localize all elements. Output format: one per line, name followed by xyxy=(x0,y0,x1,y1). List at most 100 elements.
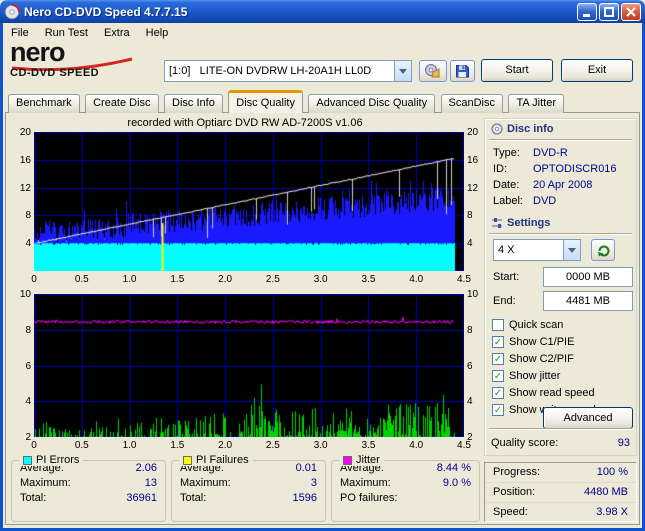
checkbox-icon[interactable]: ✓ xyxy=(492,336,504,348)
tab-ta-jitter[interactable]: TA Jitter xyxy=(508,94,564,113)
checkbox-show-c2-pif[interactable]: ✓ Show C2/PIF xyxy=(492,353,574,365)
maximize-button[interactable] xyxy=(599,2,619,21)
checkbox-show-c1-pie[interactable]: ✓ Show C1/PIE xyxy=(492,336,574,348)
drive-select-value: [1:0] LITE-ON DVDRW LH-20A1H LL0D xyxy=(169,65,372,77)
pi-failures-group: PI Failures Average: 0.01 Maximum: 3 Total… xyxy=(171,454,326,522)
end-position-label: End: xyxy=(493,295,516,307)
eject-disc-button[interactable] xyxy=(419,60,447,82)
chevron-down-icon xyxy=(399,68,407,74)
tab-disc-info[interactable]: Disc Info xyxy=(164,94,223,113)
stat-row: Maximum: 9.0 % xyxy=(332,476,479,491)
window-frame: File Run Test Extra Help nero CD-DVD SPE… xyxy=(0,23,645,531)
checkbox-icon[interactable]: ✓ xyxy=(492,387,504,399)
stat-value: 3 xyxy=(310,477,317,489)
window-title: Nero CD-DVD Speed 4.7.7.15 xyxy=(24,4,188,19)
stat-row: Maximum: 13 xyxy=(12,476,165,491)
advanced-button[interactable]: Advanced xyxy=(543,407,633,429)
checkbox-icon[interactable]: ✓ xyxy=(492,404,504,416)
nero-logo: nero CD-DVD SPEED xyxy=(10,39,160,79)
start-button[interactable]: Start xyxy=(481,59,553,82)
y-axis-tick-left: 12 xyxy=(19,182,31,194)
x-axis-tick: 4.0 xyxy=(409,274,424,285)
x-axis-tick: 1.5 xyxy=(170,274,185,285)
settings-title: Settings xyxy=(507,217,551,229)
divider xyxy=(489,139,632,141)
refresh-icon xyxy=(597,245,609,256)
x-axis-tick: 4.5 xyxy=(457,440,471,451)
start-position-label: Start: xyxy=(493,271,520,283)
x-axis-tick: 3.5 xyxy=(361,440,376,451)
title-bar[interactable]: Nero CD-DVD Speed 4.7.7.15 xyxy=(0,0,645,23)
tab-create-disc[interactable]: Create Disc xyxy=(85,94,159,113)
exit-button[interactable]: Exit xyxy=(561,59,633,82)
y-axis-tick-left: 16 xyxy=(19,154,31,166)
x-axis-tick: 4.0 xyxy=(409,440,424,451)
x-axis-tick: 2.5 xyxy=(265,274,280,285)
disc-quality-page: recorded with Optiarc DVD RW AD-7200S v1… xyxy=(5,112,640,525)
stat-value: 9.0 % xyxy=(442,477,471,489)
x-axis-tick: 0.5 xyxy=(74,440,89,451)
pi-errors-chart: 20 20 16 16 12 12 8 8 4 4 0 0.5 1.0 1.5 2.0 2.5 3.0 3.5 4.… xyxy=(6,127,484,292)
app-window: Nero CD-DVD Speed 4.7.7.15 File Run Test… xyxy=(0,0,645,531)
tab-scandisc[interactable]: ScanDisc xyxy=(440,94,503,113)
drive-select-arrow-button[interactable] xyxy=(394,61,411,81)
close-button[interactable] xyxy=(621,2,641,21)
end-position-field[interactable]: 4481 MB xyxy=(543,291,633,311)
speed-row: Speed: 3.98 X xyxy=(493,506,628,518)
checkbox-icon[interactable]: ✓ xyxy=(492,370,504,382)
stat-label: PO failures: xyxy=(340,492,398,504)
menu-help[interactable]: Help xyxy=(138,25,177,41)
quality-score-row: Quality score: 93 xyxy=(491,433,630,453)
x-axis-tick: 4.5 xyxy=(457,274,471,285)
group-title: PI Errors xyxy=(36,454,80,466)
divider xyxy=(489,428,632,430)
x-axis-tick: 0 xyxy=(31,274,37,285)
group-title: Jitter xyxy=(356,454,380,466)
menu-extra[interactable]: Extra xyxy=(96,25,138,41)
drive-select[interactable]: [1:0] LITE-ON DVDRW LH-20A1H LL0D xyxy=(164,60,412,82)
pi-failures-swatch xyxy=(183,455,192,465)
speed-select[interactable]: 4 X xyxy=(493,239,581,261)
checkbox-icon[interactable]: ✓ xyxy=(492,353,504,365)
x-axis-tick: 1.5 xyxy=(170,440,185,451)
pi-errors-chart-canvas xyxy=(34,132,464,271)
quality-score-label: Quality score: xyxy=(491,437,559,449)
x-axis-tick: 2.0 xyxy=(218,440,233,451)
position-row: Position: 4480 MB xyxy=(485,483,636,503)
checkbox-show-jitter[interactable]: ✓ Show jitter xyxy=(492,370,560,382)
speed-select-arrow-button[interactable] xyxy=(563,240,580,260)
tab-advanced-disc-quality[interactable]: Advanced Disc Quality xyxy=(308,94,436,113)
jitter-group: Jitter Average: 8.44 % Maximum: 9.0 % PO f… xyxy=(331,454,480,522)
y-axis-tick-left: 20 xyxy=(19,127,31,138)
jitter-swatch xyxy=(343,455,352,465)
x-axis-tick: 1.0 xyxy=(122,274,137,285)
stat-row: Total: 36961 xyxy=(12,491,165,506)
progress-panel: Progress: 100 % Position: 4480 MB Speed: 3.… xyxy=(484,462,637,522)
jitter-chart: 10 10 8 8 6 6 4 4 2 2 0 0.5 1.0 1.5 2.0 2.5 3.0 3.5 4.0 4.5 xyxy=(6,289,484,456)
x-axis-tick: 2.0 xyxy=(218,274,233,285)
start-position-field[interactable]: 0000 MB xyxy=(543,267,633,287)
checkbox-icon[interactable] xyxy=(492,319,504,331)
save-icon xyxy=(456,64,469,77)
progress-row: Progress: 100 % xyxy=(485,463,636,483)
disc-info-title: Disc info xyxy=(507,123,554,135)
divider xyxy=(489,233,632,235)
settings-icon xyxy=(492,218,502,228)
save-button[interactable] xyxy=(450,60,475,82)
stat-value: 8.44 % xyxy=(436,462,471,474)
tab-strip: Benchmark Create Disc Disc Info Disc Qua… xyxy=(8,90,565,114)
stat-value: 2.06 xyxy=(135,462,157,474)
side-panel: Disc info Type: DVD-R ID: OPTODISCR016 Dat… xyxy=(484,118,637,456)
minimize-button[interactable] xyxy=(577,2,597,21)
tab-disc-quality[interactable]: Disc Quality xyxy=(228,90,303,113)
x-axis-tick: 3.0 xyxy=(313,274,328,285)
refresh-button[interactable] xyxy=(591,239,615,261)
jitter-chart-canvas xyxy=(34,294,464,437)
stat-row: Maximum: 3 xyxy=(172,476,325,491)
checkbox-quick-scan[interactable]: Quick scan xyxy=(492,319,563,331)
group-title: PI Failures xyxy=(196,454,249,466)
checkbox-show-read-speed[interactable]: ✓ Show read speed xyxy=(492,387,595,399)
tab-benchmark[interactable]: Benchmark xyxy=(8,94,80,113)
y-axis-tick-left: 4 xyxy=(25,396,31,408)
stat-value: 13 xyxy=(144,477,157,489)
